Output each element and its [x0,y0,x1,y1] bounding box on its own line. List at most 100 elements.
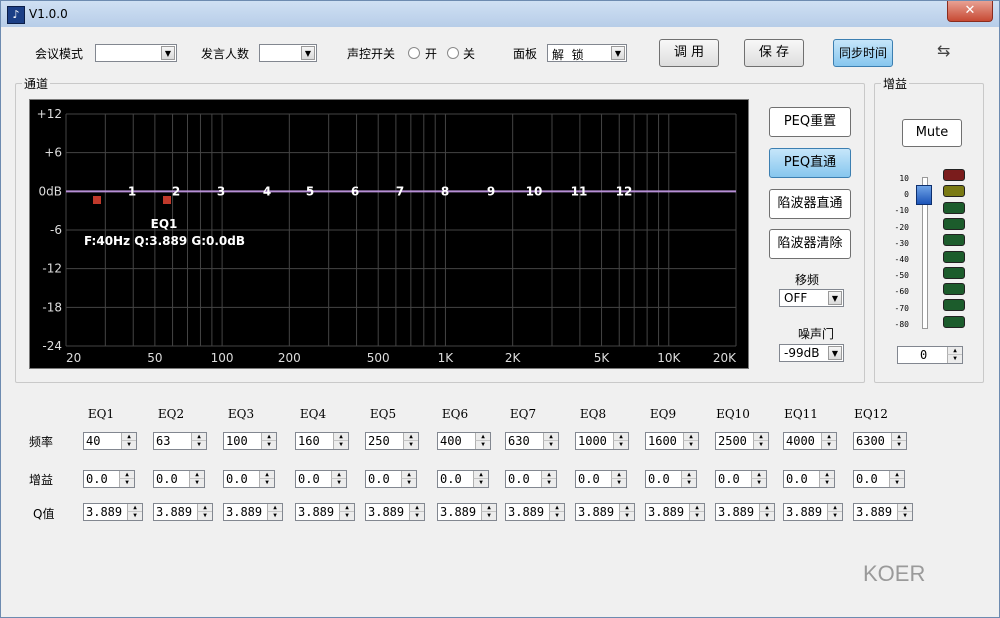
eq-q-spinner[interactable]: 3.889 ▲ ▼ [83,503,143,521]
eq-response-graph[interactable]: +12 +6 0dB -6 -12 -18 -24 20 50 100 200 500 1K 2K 5K 10… [29,99,749,369]
eq-freq-spinner[interactable]: 2500 ▲ ▼ [715,432,769,450]
eq-q-spinner[interactable]: 3.889 ▲ ▼ [645,503,705,521]
eq-q-spinner[interactable]: 3.889 ▲ ▼ [715,503,775,521]
close-button[interactable]: ✕ [947,1,993,22]
eq-gain-spinner[interactable]: 0.0 ▲ ▼ [153,470,205,488]
eq-freq-spinner[interactable]: 400 ▲ ▼ [437,432,491,450]
spin-down-icon[interactable]: ▼ [261,440,276,449]
eq-freq-spinner[interactable]: 40 ▲ ▼ [83,432,137,450]
spin-down-icon[interactable]: ▼ [889,478,904,487]
spin-down-icon[interactable]: ▼ [819,478,834,487]
eq-gain-spinner[interactable]: 0.0 ▲ ▼ [295,470,347,488]
spin-down-icon[interactable]: ▼ [891,440,906,449]
spin-down-icon[interactable]: ▼ [267,511,282,520]
eq-gain-spinner[interactable]: 0.0 ▲ ▼ [223,470,275,488]
spin-down-icon[interactable]: ▼ [403,440,418,449]
spin-down-icon[interactable]: ▼ [947,354,962,363]
shift-select[interactable]: OFF ▼ [779,289,844,307]
eq-q-spinner[interactable]: 3.889 ▲ ▼ [295,503,355,521]
spin-down-icon[interactable]: ▼ [759,511,774,520]
eq-q-spinner[interactable]: 3.889 ▲ ▼ [437,503,497,521]
save-button[interactable]: 保 存 [744,39,804,67]
eq-gain-spinner[interactable]: 0.0 ▲ ▼ [715,470,767,488]
eq-gain-spinner[interactable]: 0.0 ▲ ▼ [853,470,905,488]
eq-gain-spinner[interactable]: 0.0 ▲ ▼ [437,470,489,488]
eq-q-spinner[interactable]: 3.889 ▲ ▼ [575,503,635,521]
panel-value: 解 锁 [552,48,584,62]
eq-gain-spinner[interactable]: 0.0 ▲ ▼ [83,470,135,488]
eq-gain-spinner[interactable]: 0.0 ▲ ▼ [783,470,835,488]
spin-down-icon[interactable]: ▼ [409,511,424,520]
peq-bypass-button[interactable]: PEQ直通 [769,148,851,178]
level-led [943,315,965,328]
eq-freq-spinner[interactable]: 630 ▲ ▼ [505,432,559,450]
y-axis-tick-label: +12 [37,107,62,121]
eq-freq-spinner[interactable]: 63 ▲ ▼ [153,432,207,450]
notch-clear-button[interactable]: 陷波器清除 [769,229,851,259]
eq-q-spinner[interactable]: 3.889 ▲ ▼ [783,503,843,521]
selected-eq-name: EQ1 [151,217,178,231]
mute-button[interactable]: Mute [902,119,962,147]
notch-bypass-button[interactable]: 陷波器直通 [769,189,851,219]
spin-down-icon[interactable]: ▼ [401,478,416,487]
spin-down-icon[interactable]: ▼ [475,440,490,449]
spin-down-icon[interactable]: ▼ [753,440,768,449]
x-axis-tick-label: 20 [66,351,81,365]
spin-down-icon[interactable]: ▼ [127,511,142,520]
meeting-mode-select[interactable]: ▼ [95,44,177,62]
eq-q-spinner[interactable]: 3.889 ▲ ▼ [505,503,565,521]
speaker-count-select[interactable]: ▼ [259,44,317,62]
eq-gain-spinner[interactable]: 0.0 ▲ ▼ [645,470,697,488]
spin-down-icon[interactable]: ▼ [197,511,212,520]
spin-down-icon[interactable]: ▼ [821,440,836,449]
gain-slider-handle[interactable] [916,185,932,205]
eq-freq-spinner[interactable]: 4000 ▲ ▼ [783,432,837,450]
eq-gain-spinner[interactable]: 0.0 ▲ ▼ [575,470,627,488]
spin-down-icon[interactable]: ▼ [897,511,912,520]
eq-freq-spinner[interactable]: 100 ▲ ▼ [223,432,277,450]
spin-down-icon[interactable]: ▼ [543,440,558,449]
eq-freq-spinner[interactable]: 1000 ▲ ▼ [575,432,629,450]
spin-down-icon[interactable]: ▼ [333,440,348,449]
eq-gain-spinner[interactable]: 0.0 ▲ ▼ [365,470,417,488]
eq-q-spinner[interactable]: 3.889 ▲ ▼ [853,503,913,521]
spin-down-icon[interactable]: ▼ [541,478,556,487]
spin-down-icon[interactable]: ▼ [331,478,346,487]
sync-time-button[interactable]: 同步时间 [833,39,893,67]
spin-down-icon[interactable]: ▼ [751,478,766,487]
spin-down-icon[interactable]: ▼ [611,478,626,487]
voice-off-radio[interactable] [447,47,459,59]
usb-icon: ⇆ [937,41,951,60]
eq-q-spinner[interactable]: 3.889 ▲ ▼ [365,503,425,521]
eq-freq-spinner[interactable]: 1600 ▲ ▼ [645,432,699,450]
spin-down-icon[interactable]: ▼ [473,478,488,487]
voice-on-radio[interactable] [408,47,420,59]
spin-down-icon[interactable]: ▼ [613,440,628,449]
eq-freq-spinner[interactable]: 160 ▲ ▼ [295,432,349,450]
eq-freq-spinner[interactable]: 6300 ▲ ▼ [853,432,907,450]
apply-button[interactable]: 调 用 [659,39,719,67]
spin-down-icon[interactable]: ▼ [549,511,564,520]
spin-down-icon[interactable]: ▼ [119,478,134,487]
eq-gain-spinner[interactable]: 0.0 ▲ ▼ [505,470,557,488]
eq-q-spinner[interactable]: 3.889 ▲ ▼ [223,503,283,521]
spin-down-icon[interactable]: ▼ [121,440,136,449]
spin-down-icon[interactable]: ▼ [827,511,842,520]
gain-value-spinner[interactable]: 0 ▲ ▼ [897,346,963,364]
spin-down-icon[interactable]: ▼ [689,511,704,520]
eq-q-spinner[interactable]: 3.889 ▲ ▼ [153,503,213,521]
peq-reset-button[interactable]: PEQ重置 [769,107,851,137]
band-number-label: 11 [571,184,588,198]
spin-down-icon[interactable]: ▼ [339,511,354,520]
spin-down-icon[interactable]: ▼ [189,478,204,487]
panel-select[interactable]: 解 锁 ▼ [547,44,627,62]
spin-down-icon[interactable]: ▼ [481,511,496,520]
noise-gate-select[interactable]: -99dB ▼ [779,344,844,362]
noise-gate-label: 噪声门 [798,327,835,341]
spin-down-icon[interactable]: ▼ [191,440,206,449]
spin-down-icon[interactable]: ▼ [683,440,698,449]
spin-down-icon[interactable]: ▼ [681,478,696,487]
spin-down-icon[interactable]: ▼ [259,478,274,487]
spin-down-icon[interactable]: ▼ [619,511,634,520]
eq-freq-spinner[interactable]: 250 ▲ ▼ [365,432,419,450]
